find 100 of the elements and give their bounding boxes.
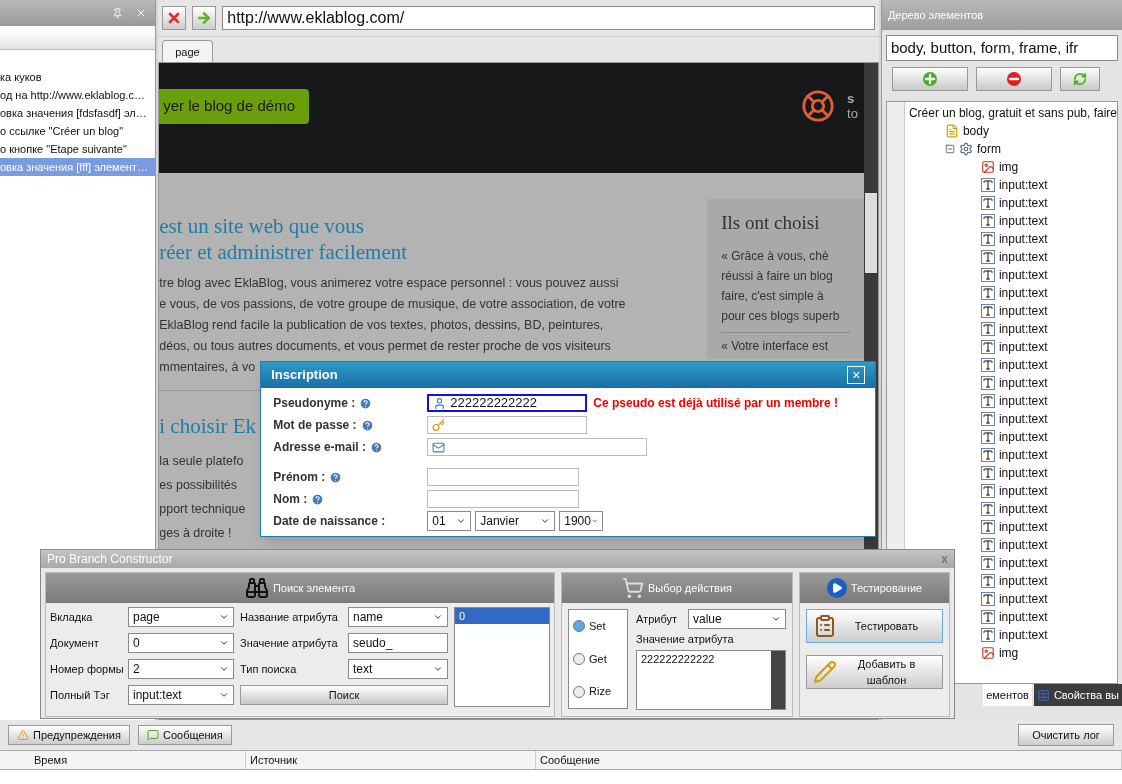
tree-item[interactable]: input:text bbox=[998, 374, 1048, 392]
text-field-icon bbox=[980, 340, 995, 354]
help-icon[interactable] bbox=[311, 492, 325, 506]
tree-item[interactable]: input:text bbox=[998, 392, 1048, 410]
tree-item[interactable]: input:text bbox=[998, 338, 1048, 356]
pin-icon[interactable] bbox=[112, 7, 124, 19]
dropdown[interactable]: name bbox=[348, 607, 448, 627]
dropdown[interactable]: page bbox=[128, 607, 234, 627]
help-icon[interactable] bbox=[359, 396, 373, 410]
clear-log-button[interactable]: Очистить лог bbox=[1018, 724, 1114, 746]
form-input[interactable] bbox=[427, 468, 580, 486]
field-label: Атрибут bbox=[636, 611, 677, 627]
tree-item[interactable]: input:text bbox=[998, 356, 1048, 374]
tree-item[interactable]: input:text bbox=[998, 482, 1048, 500]
date-select[interactable]: 01 bbox=[427, 511, 472, 531]
log-entry[interactable]: од на http://www.eklablog.c… bbox=[0, 86, 156, 104]
result-item[interactable]: 0 bbox=[455, 608, 549, 624]
tree-item[interactable]: input:text bbox=[998, 266, 1048, 284]
collapse-icon[interactable] bbox=[944, 144, 955, 154]
text-field-icon bbox=[980, 286, 995, 300]
dropdown[interactable]: 2 bbox=[128, 659, 234, 679]
tree-item[interactable]: input:text bbox=[998, 320, 1048, 338]
help-icon[interactable] bbox=[329, 470, 343, 484]
text-input[interactable]: seudo_ bbox=[348, 633, 448, 653]
tree-item[interactable]: input:text bbox=[998, 230, 1048, 248]
add-button[interactable] bbox=[891, 67, 968, 91]
filter-field[interactable]: body, button, form, frame, ifr bbox=[885, 35, 1118, 61]
column-header[interactable]: Сообщение bbox=[536, 751, 1122, 769]
panel-tab[interactable]: ементов bbox=[983, 684, 1032, 706]
dropdown[interactable]: text bbox=[348, 659, 448, 679]
date-select[interactable]: 1900 bbox=[559, 511, 604, 531]
panel-tab[interactable]: Свойства вы bbox=[1033, 684, 1122, 706]
log-filter-button[interactable]: Сообщения bbox=[137, 725, 232, 745]
page-tab[interactable]: page bbox=[162, 40, 213, 62]
group-title: Тестирование bbox=[850, 580, 923, 596]
tree-item[interactable]: input:text bbox=[998, 410, 1048, 428]
tree-item[interactable]: img bbox=[998, 644, 1019, 662]
tree-item[interactable]: input:text bbox=[998, 500, 1048, 518]
dialog-close-button[interactable]: × bbox=[847, 366, 866, 384]
pencil-icon bbox=[813, 660, 837, 684]
column-header[interactable]: Источник bbox=[246, 751, 536, 769]
tree-item[interactable]: Créer un blog, gratuit et sans pub, faire bbox=[908, 104, 1117, 122]
stop-button[interactable] bbox=[162, 6, 187, 30]
help-icon[interactable] bbox=[360, 418, 374, 432]
tree-item[interactable]: input:text bbox=[998, 536, 1048, 554]
log-entry[interactable]: овка значения [fdsfasdf] эл… bbox=[0, 104, 156, 122]
field-label: Значение атрибута bbox=[240, 635, 338, 651]
field-label: Вкладка bbox=[50, 609, 93, 625]
tree-item[interactable]: input:text bbox=[998, 518, 1048, 536]
value-textarea[interactable]: 222222222222 bbox=[636, 649, 786, 710]
tree-item[interactable]: input:text bbox=[998, 608, 1048, 626]
tree-item[interactable]: input:text bbox=[998, 464, 1048, 482]
text-field-icon bbox=[980, 268, 995, 282]
plus-icon bbox=[922, 72, 937, 86]
go-button[interactable] bbox=[192, 6, 217, 30]
form-input[interactable] bbox=[427, 490, 580, 508]
demo-link-button[interactable]: yer le blog de démo bbox=[159, 89, 310, 124]
log-filter-button[interactable]: Предупреждения bbox=[8, 725, 130, 745]
tree-item[interactable]: body bbox=[962, 122, 989, 140]
search-button[interactable]: Поиск bbox=[240, 685, 448, 705]
date-select[interactable]: Janvier bbox=[475, 511, 556, 531]
tree-item[interactable]: input:text bbox=[998, 212, 1048, 230]
tree-item[interactable]: input:text bbox=[998, 554, 1048, 572]
tree-item[interactable]: input:text bbox=[998, 626, 1048, 644]
url-field[interactable]: http://www.eklablog.com/ bbox=[222, 6, 875, 30]
tree-item[interactable]: input:text bbox=[998, 590, 1048, 608]
log-entry[interactable]: о ссылке "Créer un blog" bbox=[0, 122, 156, 140]
field-label: Название атрибута bbox=[240, 609, 338, 625]
action-button[interactable]: Добавить в шаблон bbox=[806, 655, 943, 689]
dropdown[interactable]: 0 bbox=[128, 633, 234, 653]
refresh-button[interactable] bbox=[1059, 67, 1100, 91]
dropdown[interactable]: input:text bbox=[128, 685, 234, 705]
radio-button[interactable] bbox=[573, 620, 585, 633]
testimonial-line: « Votre interface est bbox=[721, 338, 828, 353]
log-entry[interactable]: о кнопке "Etape suivante" bbox=[0, 140, 156, 158]
tree-item[interactable]: input:text bbox=[998, 194, 1048, 212]
column-header[interactable]: Время bbox=[30, 751, 246, 769]
tree-item[interactable]: form bbox=[976, 140, 1001, 158]
form-input[interactable]: 222222222222 bbox=[427, 394, 588, 412]
error-message: Ce pseudo est déjà utilisé par un membre ! bbox=[593, 395, 838, 412]
scrollbar[interactable] bbox=[771, 650, 785, 709]
radio-button[interactable] bbox=[573, 685, 585, 698]
tree-item[interactable]: input:text bbox=[998, 176, 1048, 194]
help-icon[interactable] bbox=[369, 440, 383, 454]
action-button[interactable]: Тестировать bbox=[806, 609, 943, 643]
tree-item[interactable]: input:text bbox=[998, 446, 1048, 464]
dropdown[interactable]: value bbox=[688, 609, 786, 629]
remove-button[interactable] bbox=[975, 67, 1052, 91]
tree-item[interactable]: img bbox=[998, 158, 1019, 176]
log-entry[interactable]: ка куков bbox=[0, 68, 156, 86]
tree-item[interactable]: input:text bbox=[998, 572, 1048, 590]
tree-item[interactable]: input:text bbox=[998, 248, 1048, 266]
tree-item[interactable]: input:text bbox=[998, 302, 1048, 320]
tree-item[interactable]: input:text bbox=[998, 428, 1048, 446]
group-title: Поиск элемента bbox=[272, 580, 356, 596]
tree-item[interactable]: input:text bbox=[998, 284, 1048, 302]
radio-button[interactable] bbox=[573, 653, 585, 665]
text-field-icon bbox=[980, 592, 995, 606]
form-input[interactable] bbox=[427, 438, 648, 456]
form-input[interactable] bbox=[427, 416, 588, 434]
